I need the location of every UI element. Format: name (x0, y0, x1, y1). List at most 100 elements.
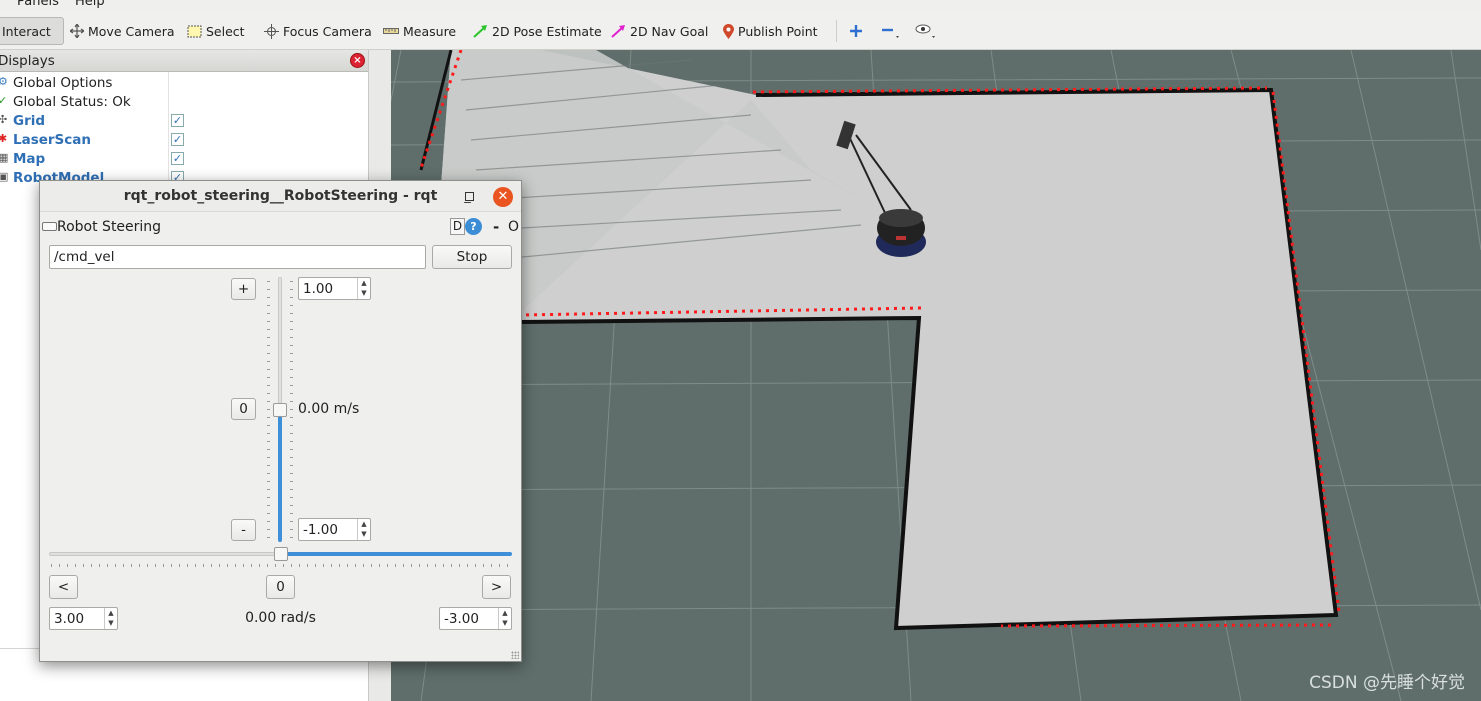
ruler-icon (383, 28, 399, 34)
move-camera-icon (70, 24, 84, 38)
close-icon[interactable]: × (350, 53, 365, 68)
gamepad-icon (42, 222, 57, 231)
display-item-label: Grid (13, 113, 46, 129)
menu-bar: Panels Help (0, 0, 1481, 12)
map-checkbox[interactable]: ✓ (171, 152, 184, 165)
watermark-text: CSDN @先睡个好觉 (1309, 673, 1465, 693)
nav-goal-label: 2D Nav Goal (630, 23, 709, 39)
map-pin-icon (723, 23, 734, 39)
slider-ticks (290, 281, 293, 541)
stop-button[interactable]: Stop (432, 245, 512, 269)
grid-icon: ✣ (0, 113, 8, 126)
linear-decrease-button[interactable]: - (231, 519, 256, 541)
angular-right-button[interactable]: > (482, 575, 511, 599)
plugin-title: Robot Steering (57, 219, 162, 235)
window-title: rqt_robot_steering__RobotSteering - rqt (123, 188, 438, 204)
linear-velocity-slider[interactable] (270, 277, 290, 542)
map-icon: ▦ (0, 151, 9, 164)
plugin-bar: Robot Steering D ? - O (40, 214, 521, 238)
green-arrow-icon (473, 24, 487, 38)
linear-max-spinbox[interactable]: ▲▼ (298, 277, 371, 300)
publish-point-tool-button[interactable]: Publish Point (719, 17, 822, 45)
linear-zero-button[interactable]: 0 (231, 398, 256, 420)
slider-track-filled (281, 552, 512, 556)
rqt-window: rqt_robot_steering__RobotSteering - rqt … (39, 180, 522, 662)
plus-icon (850, 25, 862, 37)
measure-label: Measure (403, 23, 457, 39)
display-item-laserscan[interactable]: ✱ LaserScan ✓ (0, 131, 200, 150)
remove-tool-button[interactable] (877, 17, 905, 45)
resize-grip-icon[interactable] (511, 651, 519, 659)
slider-ticks (51, 564, 511, 567)
display-item-label: Global Options (13, 75, 113, 91)
move-camera-label: Move Camera (88, 23, 175, 39)
publish-point-label: Publish Point (738, 23, 818, 39)
pose-estimate-tool-button[interactable]: 2D Pose Estimate (469, 17, 606, 45)
rqt-title-bar[interactable]: rqt_robot_steering__RobotSteering - rqt … (40, 181, 521, 212)
robot-model-icon: ▣ (0, 170, 9, 183)
display-item-global-status[interactable]: ✓ Global Status: Ok (0, 93, 200, 112)
close-icon[interactable]: ✕ (493, 187, 513, 207)
display-item-grid[interactable]: ✣ Grid ✓ (0, 112, 200, 131)
laserscan-icon: ✱ (0, 132, 8, 145)
angular-velocity-slider[interactable] (49, 546, 512, 566)
spin-arrows-icon[interactable]: ▲ ▼ (498, 608, 511, 629)
slider-track-filled (278, 410, 282, 542)
grid-checkbox[interactable]: ✓ (171, 114, 184, 127)
laserscan-checkbox[interactable]: ✓ (171, 133, 184, 146)
slider-track (278, 277, 282, 410)
focus-camera-label: Focus Camera (283, 23, 372, 39)
plugin-close-button[interactable]: O (508, 219, 519, 235)
display-item-label: Global Status: Ok (13, 94, 131, 110)
magenta-arrow-icon (611, 24, 625, 38)
toolbar: Interact Move Camera Select Focus Camera… (0, 12, 1481, 50)
toolbar-separator (836, 20, 837, 42)
spin-arrows-icon[interactable]: ▲ ▼ (357, 519, 370, 540)
linear-velocity-value: 0.00 m/s (298, 401, 360, 417)
angular-left-button[interactable]: < (49, 575, 78, 599)
displays-title: Displays (0, 53, 55, 69)
measure-tool-button[interactable]: Measure (379, 17, 460, 45)
displays-header: Displays × (0, 50, 368, 72)
dock-button[interactable]: D (450, 218, 465, 235)
slider-handle[interactable] (274, 547, 288, 561)
menu-panels[interactable]: Panels (17, 0, 59, 9)
plugin-minimize-button[interactable]: - (493, 218, 499, 236)
maximize-icon[interactable] (460, 187, 479, 206)
checkmark-icon: ✓ (0, 94, 8, 107)
focus-camera-icon (264, 23, 279, 39)
render-viewport[interactable]: CSDN @先睡个好觉 (391, 50, 1481, 701)
display-item-label: Map (13, 151, 46, 167)
pose-estimate-label: 2D Pose Estimate (492, 23, 602, 39)
linear-min-input[interactable] (299, 519, 357, 540)
linear-increase-button[interactable]: + (231, 278, 256, 300)
slider-track (49, 552, 281, 556)
eye-icon (915, 24, 935, 38)
angular-zero-button[interactable]: 0 (266, 575, 295, 599)
interact-label: Interact (2, 23, 51, 39)
help-icon[interactable]: ? (465, 218, 482, 235)
select-icon (187, 25, 202, 37)
select-label: Select (206, 23, 245, 39)
display-item-global-options[interactable]: ⚙ Global Options (0, 74, 200, 93)
select-tool-button[interactable]: Select (183, 17, 249, 45)
linear-min-spinbox[interactable]: ▲▼ (298, 518, 371, 541)
interact-tool-button[interactable]: Interact (0, 17, 64, 45)
angular-min-spinbox[interactable]: ▲▼ (439, 607, 512, 630)
linear-max-input[interactable] (299, 278, 357, 299)
slider-handle[interactable] (273, 403, 287, 417)
spin-arrows-icon[interactable]: ▲ ▼ (357, 278, 370, 299)
topic-input[interactable] (49, 245, 426, 269)
nav-goal-tool-button[interactable]: 2D Nav Goal (607, 17, 712, 45)
minus-icon (882, 28, 899, 38)
focus-camera-tool-button[interactable]: Focus Camera (260, 17, 376, 45)
display-item-label: LaserScan (13, 132, 92, 148)
angular-min-input[interactable] (440, 608, 498, 629)
move-camera-tool-button[interactable]: Move Camera (66, 17, 179, 45)
menu-help[interactable]: Help (75, 0, 105, 9)
add-tool-button[interactable] (845, 17, 867, 45)
display-item-map[interactable]: ▦ Map ✓ (0, 150, 200, 169)
tool-properties-button[interactable] (910, 17, 942, 45)
map-render (391, 50, 1481, 701)
gear-icon: ⚙ (0, 75, 8, 88)
